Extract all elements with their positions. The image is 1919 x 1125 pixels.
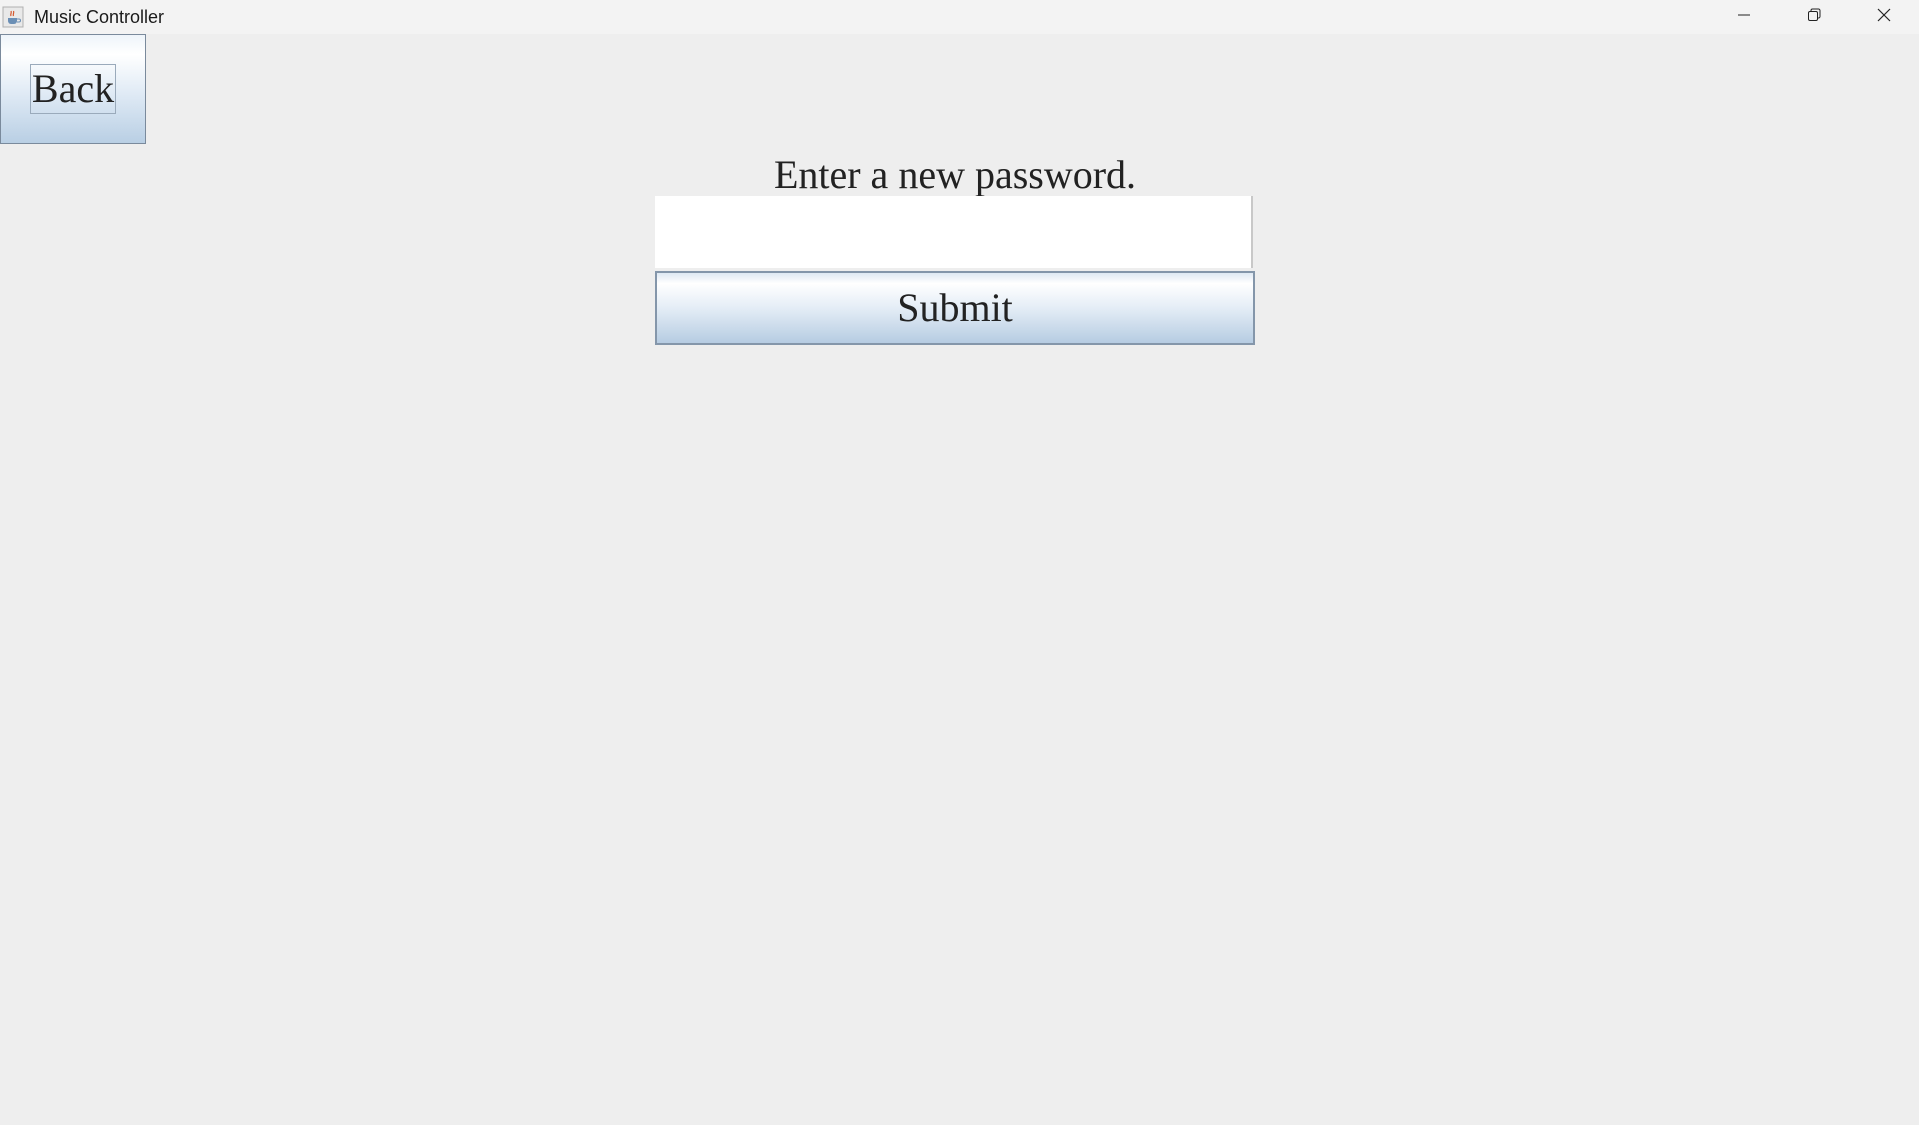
java-cup-icon [2, 6, 24, 28]
minimize-icon [1736, 7, 1752, 28]
content-panel: Back Enter a new password. Submit [0, 34, 1919, 1125]
password-prompt-label: Enter a new password. [773, 152, 1137, 197]
close-button[interactable] [1849, 0, 1919, 34]
submit-button[interactable]: Submit [655, 271, 1255, 345]
back-button[interactable]: Back [0, 34, 146, 144]
restore-button[interactable] [1779, 0, 1849, 34]
window-title: Music Controller [34, 7, 165, 27]
back-button-label: Back [29, 64, 117, 114]
minimize-button[interactable] [1709, 0, 1779, 34]
title-bar[interactable]: Music Controller [0, 0, 1919, 34]
submit-button-label: Submit [897, 285, 1013, 330]
new-password-field[interactable] [655, 196, 1253, 268]
restore-icon [1806, 7, 1822, 28]
app-window: Music Controller Back Enter a new passwo… [0, 0, 1919, 1125]
close-icon [1876, 7, 1892, 28]
